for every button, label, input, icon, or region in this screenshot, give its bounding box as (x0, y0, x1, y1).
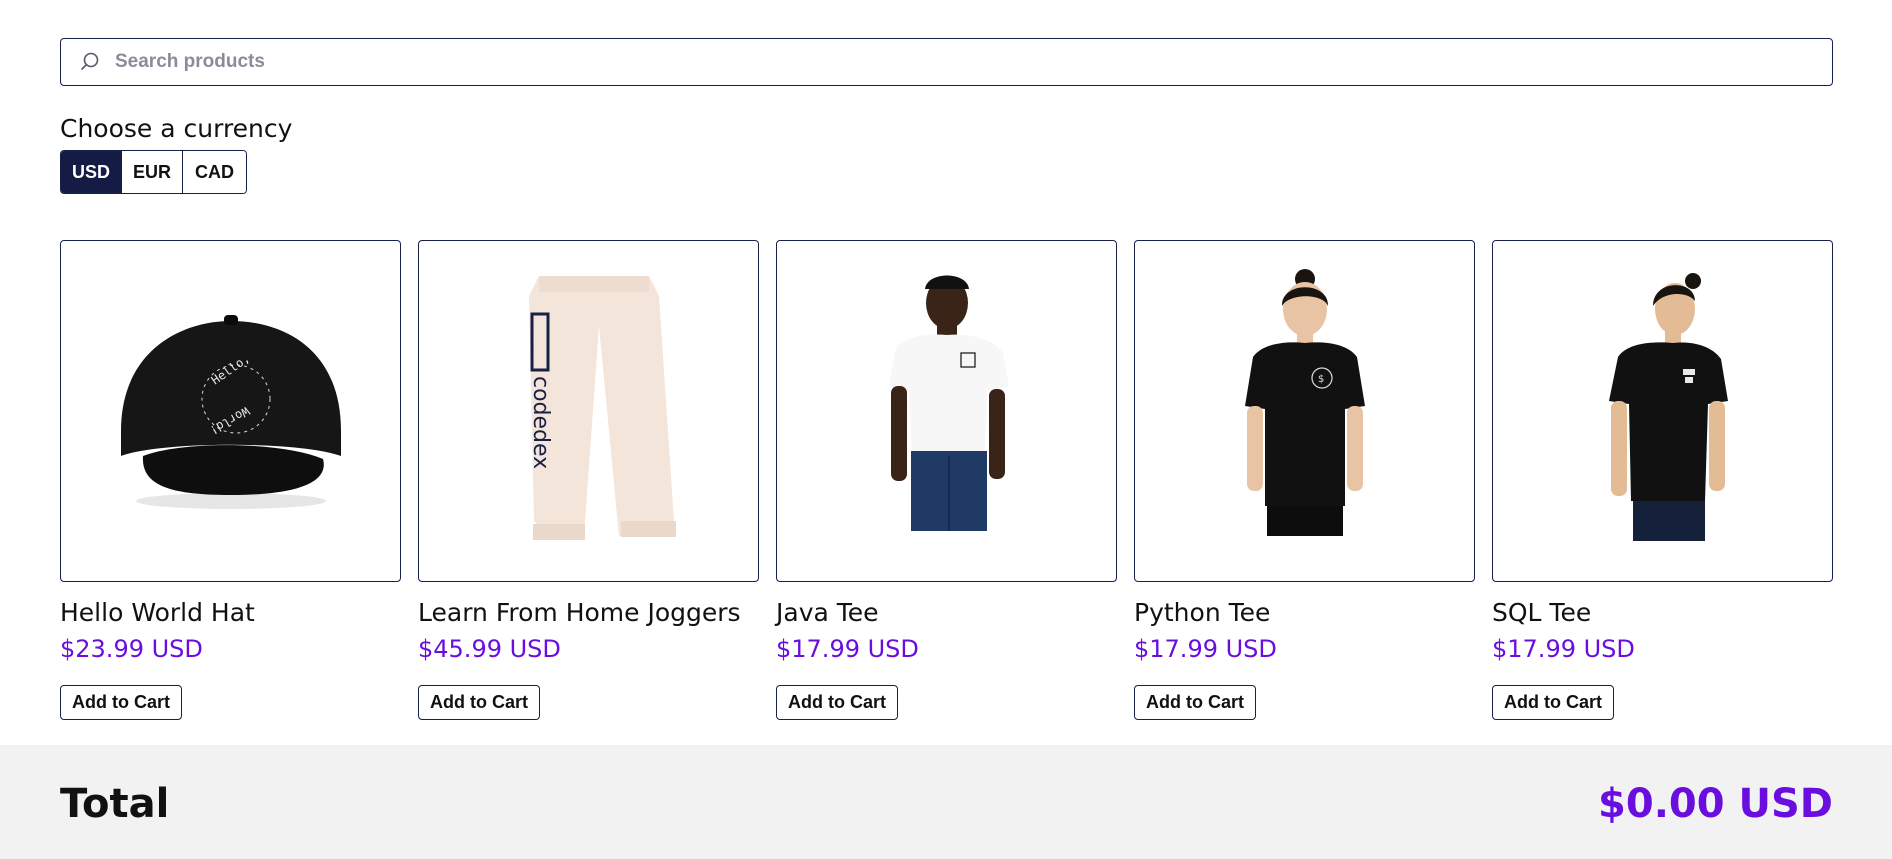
black-cap-image: Hello, World! (120, 315, 341, 509)
total-label: Total (60, 781, 170, 827)
white-tee-image (888, 275, 1009, 531)
search-input[interactable] (115, 51, 1832, 73)
currency-eur-button[interactable]: EUR (122, 151, 183, 193)
add-to-cart-button[interactable]: Add to Cart (60, 685, 182, 720)
product-name: SQL Tee (1492, 598, 1592, 627)
product-price: $17.99 USD (776, 635, 919, 663)
product-card: codedex Learn From Home Joggers $45.99 U… (418, 240, 759, 720)
cream-joggers-image: codedex (528, 276, 676, 540)
currency-selector: USD EUR CAD (60, 150, 247, 194)
product-price: $17.99 USD (1134, 635, 1277, 663)
search-bar[interactable] (60, 38, 1833, 86)
product-price: $45.99 USD (418, 635, 561, 663)
product-image[interactable] (776, 240, 1117, 582)
currency-usd-button[interactable]: USD (61, 151, 122, 193)
product-card: Java Tee $17.99 USD Add to Cart (776, 240, 1117, 720)
svg-text:$: $ (1318, 374, 1324, 385)
currency-heading: Choose a currency (60, 114, 293, 143)
product-name: Python Tee (1134, 598, 1271, 627)
add-to-cart-button[interactable]: Add to Cart (418, 685, 540, 720)
product-image[interactable]: $ (1134, 240, 1475, 582)
black-tee-woman-image: $ (1244, 269, 1365, 536)
product-card: SQL Tee $17.99 USD Add to Cart (1492, 240, 1833, 720)
product-name: Java Tee (776, 598, 879, 627)
black-tee-man-image (1608, 273, 1728, 541)
add-to-cart-button[interactable]: Add to Cart (776, 685, 898, 720)
product-image[interactable]: codedex (418, 240, 759, 582)
product-price: $17.99 USD (1492, 635, 1635, 663)
product-price: $23.99 USD (60, 635, 203, 663)
search-icon (81, 52, 99, 70)
product-image[interactable]: Hello, World! (60, 240, 401, 582)
product-name: Learn From Home Joggers (418, 598, 741, 627)
cart-total-bar: Total $0.00 USD (0, 745, 1892, 859)
product-card: Hello, World! Hello World Hat $23.99 USD… (60, 240, 401, 720)
product-image[interactable] (1492, 240, 1833, 582)
svg-text:codedex: codedex (528, 376, 553, 469)
product-card: $ Python Tee $17.99 USD Add to Cart (1134, 240, 1475, 720)
product-name: Hello World Hat (60, 598, 255, 627)
add-to-cart-button[interactable]: Add to Cart (1492, 685, 1614, 720)
total-value: $0.00 USD (1598, 781, 1833, 827)
currency-cad-button[interactable]: CAD (183, 151, 246, 193)
add-to-cart-button[interactable]: Add to Cart (1134, 685, 1256, 720)
